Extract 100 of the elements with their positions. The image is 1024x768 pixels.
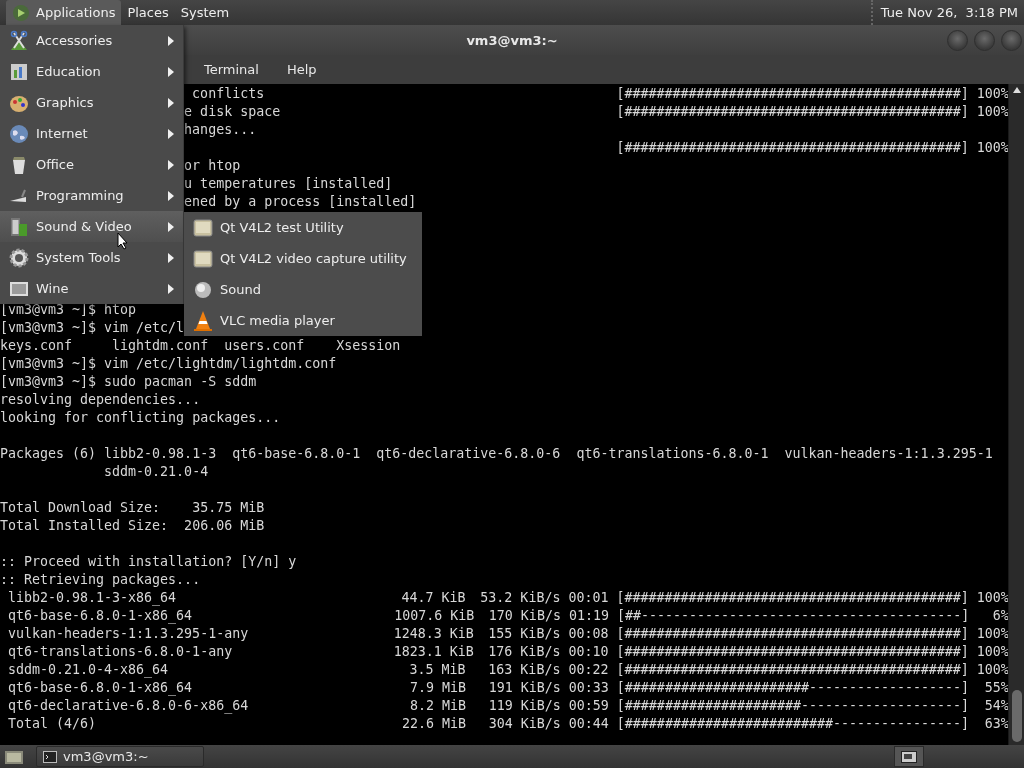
panel-menu[interactable]: System <box>174 0 236 25</box>
menu-item-label: System Tools <box>36 250 122 265</box>
menu-item-label: Education <box>36 64 102 79</box>
package-name: libb2-0.98.1-3-x86_64 <box>8 590 177 605</box>
menu-item[interactable]: Education <box>0 56 183 87</box>
menu-item-label: Qt V4L2 test Utility <box>220 220 345 235</box>
package-name: qt6-declarative-6.8.0-6-x86_64 <box>8 698 249 713</box>
progress-bar-text: [##########################################] <box>616 140 969 155</box>
progress-bar-text: [##########################################] <box>616 86 969 101</box>
window-button[interactable] <box>974 30 995 51</box>
terminal-line: or htop <box>184 157 241 175</box>
progress-bar-text: [##########################################] <box>616 590 969 605</box>
package-icon <box>192 216 214 239</box>
terminal-line: looking for conflicting packages... <box>0 409 281 427</box>
percent-text: 100% <box>976 140 1008 155</box>
workspace-icon <box>901 750 917 763</box>
eta-time: 00:01 <box>568 590 609 605</box>
package-name: sddm-0.21.0-4-x86_64 <box>8 662 169 677</box>
package-name: qt6-translations-6.8.0-1-any <box>8 644 233 659</box>
percent-text: 55% <box>984 680 1008 695</box>
film-strip-icon <box>8 215 30 238</box>
terminal-line: [vm3@vm3 ~]$ sudo pacman -S sddm <box>0 373 257 391</box>
menu-bar-item[interactable]: Terminal <box>196 62 267 77</box>
menu-item-label: Internet <box>36 126 89 141</box>
scissors-icon <box>8 29 30 52</box>
menu-item[interactable]: Graphics <box>0 87 183 118</box>
percent-text: 63% <box>984 716 1008 731</box>
window-button[interactable] <box>947 30 968 51</box>
download-size: 1823.1 KiB <box>393 644 474 659</box>
download-size: 44.7 KiB <box>401 590 466 605</box>
download-rate: 176 KiB/s <box>488 644 561 659</box>
mouse-cursor-icon <box>117 232 129 250</box>
progress-bar-text: [##########################################] <box>616 662 969 677</box>
download-rate: 53.2 KiB/s <box>480 590 561 605</box>
package-name: vulkan-headers-1:1.3.295-1-any <box>8 626 249 641</box>
progress-bar-text: [######################--------------------] <box>616 698 970 713</box>
menu-item[interactable]: System Tools <box>0 242 183 273</box>
terminal-line: hanges... <box>184 121 257 139</box>
download-size: 22.6 MiB <box>401 716 466 731</box>
menu-bar-item[interactable]: Help <box>278 62 325 77</box>
package-name: qt6-base-6.8.0-1-x86_64 <box>8 680 193 695</box>
eta-time: 00:44 <box>568 716 609 731</box>
terminal-line: :: Proceed with installation? [Y/n] y <box>0 553 297 571</box>
terminal-line: keys.conf lightdm.conf users.conf Xsession <box>0 337 401 355</box>
logo-icon <box>12 3 30 22</box>
terminal-line: u temperatures [installed] <box>184 175 393 193</box>
menu-item[interactable]: Qt V4L2 video capture utility <box>184 243 422 274</box>
terminal-line: [vm3@vm3 ~]$ vim /etc/l <box>0 319 185 337</box>
menu-item[interactable]: Sound & Video <box>0 211 183 242</box>
scrollbar-thumb[interactable] <box>1011 690 1022 742</box>
terminal-icon <box>43 750 57 763</box>
progress-bar-text: [##########################################] <box>616 644 969 659</box>
scrollbar[interactable] <box>1008 84 1024 745</box>
terminal-line: e disk space <box>184 103 281 121</box>
menu-item[interactable]: Accessories <box>0 25 183 56</box>
terminal-line: Total Download Size: 35.75 MiB <box>0 499 265 517</box>
scroll-up-icon[interactable] <box>1012 87 1021 93</box>
package-name: qt6-base-6.8.0-1-x86_64 <box>8 608 193 623</box>
menu-item-label: Qt V4L2 video capture utility <box>220 251 408 266</box>
terminal-line: [vm3@vm3 ~]$ vim /etc/lightdm/lightdm.conf <box>0 355 337 373</box>
progress-bar-text: [##----------------------------------------] <box>616 608 970 623</box>
task-button[interactable]: vm3@vm3:~ <box>36 746 204 767</box>
download-size: 8.2 MiB <box>409 698 466 713</box>
percent-text: 100% <box>976 644 1008 659</box>
terminal-line: Packages (6) libb2-0.98.1-3 qt6-base-6.8.0-1 qt6-declarative-6.8.0-6 qt6-translations-6.8.0-1 vulkan-headers-1:1.3.295-1 <box>0 445 993 463</box>
eta-time: 00:59 <box>568 698 609 713</box>
menu-item[interactable]: Wine <box>0 273 183 304</box>
menu-item[interactable]: VLC media player <box>184 305 422 336</box>
terminal-line: sddm-0.21.0-4 <box>103 463 209 481</box>
terminal-line: resolving dependencies... <box>0 391 201 409</box>
workspace-button[interactable] <box>894 746 924 767</box>
progress-bar-text: [#######################-------------------] <box>616 680 970 695</box>
progress-bar-text: [##########################----------------] <box>616 716 970 731</box>
terminal-line: Total Installed Size: 206.06 MiB <box>0 517 265 535</box>
menu-item[interactable]: Qt V4L2 test Utility <box>184 212 422 243</box>
menu-item[interactable]: Internet <box>0 118 183 149</box>
progress-bar-text: [##########################################] <box>616 104 969 119</box>
percent-text: 100% <box>976 590 1008 605</box>
window-button[interactable] <box>1001 30 1022 51</box>
menu-item[interactable]: Office <box>0 149 183 180</box>
percent-text: 100% <box>976 104 1008 119</box>
panel-menu[interactable]: Applications <box>6 0 122 25</box>
menu-item-label: Wine <box>36 281 70 296</box>
terminal-line: ened by a process [installed] <box>184 193 417 211</box>
window-title: vm3@vm3:~ <box>466 32 558 48</box>
menu-item-label: Programming <box>36 188 125 203</box>
eta-time: 00:33 <box>568 680 609 695</box>
package-icon <box>192 247 214 270</box>
download-rate: 119 KiB/s <box>488 698 561 713</box>
eta-time: 00:10 <box>568 644 609 659</box>
gear-icon <box>8 246 30 269</box>
menu-item-label: Sound <box>220 282 262 297</box>
percent-text: 100% <box>976 626 1008 641</box>
panel-menu[interactable]: Places <box>121 0 175 25</box>
percent-text: 100% <box>976 86 1008 101</box>
download-size: 3.5 MiB <box>409 662 466 677</box>
menu-item[interactable]: Sound <box>184 274 422 305</box>
eta-time: 00:22 <box>568 662 609 677</box>
menu-item[interactable]: Programming <box>0 180 183 211</box>
menu-item-label: Office <box>36 157 75 172</box>
